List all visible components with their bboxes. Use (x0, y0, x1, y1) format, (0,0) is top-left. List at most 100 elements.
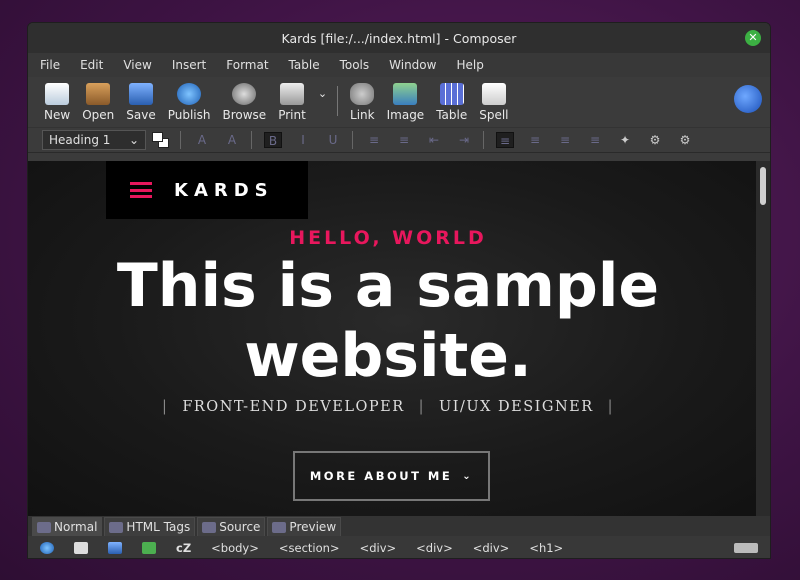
tab-normal[interactable]: Normal (32, 517, 103, 536)
link-label: Link (350, 108, 375, 122)
text-color-picker[interactable] (152, 132, 170, 148)
menu-format[interactable]: Format (226, 58, 268, 72)
larger-font-icon[interactable]: A (223, 132, 241, 148)
outdent-icon[interactable]: ⇤ (425, 132, 443, 148)
format-separator (251, 131, 252, 149)
browse-label: Browse (222, 108, 267, 122)
bullet-list-icon[interactable]: ≡ (365, 132, 383, 148)
tab-source-label: Source (219, 520, 261, 534)
save-icon (128, 83, 153, 105)
addressbook-icon[interactable] (142, 542, 156, 554)
tab-source[interactable]: Source (197, 517, 266, 536)
format-separator (483, 131, 484, 149)
publish-label: Publish (167, 108, 211, 122)
normal-mode-icon (37, 521, 51, 533)
hamburger-menu-icon[interactable] (130, 182, 152, 198)
smaller-font-icon[interactable]: A (193, 132, 211, 148)
insert-element-icon[interactable]: ✦ (616, 132, 634, 148)
tab-preview-label: Preview (289, 520, 337, 534)
vertical-scrollbar[interactable] (756, 161, 770, 516)
format-toolbar: Heading 1 ⌄ A A B I U ≡ ≡ ⇤ ⇥ ≡ ≡ ≡ ≡ ✦ … (28, 127, 770, 153)
spell-label: Spell (479, 108, 509, 122)
more-about-me-button[interactable]: MORE ABOUT ME ⌄ (293, 451, 490, 501)
print-label: Print (278, 108, 306, 122)
menu-window[interactable]: Window (389, 58, 436, 72)
menubar: File Edit View Insert Format Table Tools… (28, 53, 770, 77)
mail-icon[interactable] (74, 542, 88, 554)
save-button[interactable]: Save (126, 83, 156, 122)
numbered-list-icon[interactable]: ≡ (395, 132, 413, 148)
preview-mode-icon (272, 521, 287, 533)
source-mode-icon (202, 521, 217, 533)
breadcrumb-div[interactable]: <div> (473, 541, 510, 555)
breadcrumb-div[interactable]: <div> (360, 541, 397, 555)
new-label: New (44, 108, 71, 122)
print-button[interactable]: Print (278, 83, 306, 122)
scrollbar-thumb[interactable] (760, 167, 766, 205)
paragraph-style-select[interactable]: Heading 1 ⌄ (42, 130, 146, 150)
close-icon[interactable]: ✕ (745, 30, 761, 46)
link-button[interactable]: Link (350, 83, 375, 122)
new-button[interactable]: New (44, 83, 70, 122)
breadcrumb-section[interactable]: <section> (279, 541, 340, 555)
justify-icon[interactable]: ≡ (586, 132, 604, 148)
breadcrumb-div[interactable]: <div> (416, 541, 453, 555)
underline-icon[interactable]: U (324, 132, 342, 148)
site-nav: KARDS (106, 161, 308, 219)
menu-file[interactable]: File (40, 58, 60, 72)
italic-icon[interactable]: I (294, 132, 312, 148)
window-title: Kards [file:/.../index.html] - Composer (281, 30, 517, 46)
spell-icon (481, 83, 506, 105)
browse-button[interactable]: Browse (222, 83, 267, 122)
tab-preview[interactable]: Preview (267, 517, 342, 536)
open-button[interactable]: Open (82, 83, 114, 122)
role-frontend: FRONT-END DEVELOPER (182, 399, 405, 415)
indent-icon[interactable]: ⇥ (455, 132, 473, 148)
composer-icon[interactable] (108, 542, 122, 554)
publish-icon (177, 83, 202, 105)
menu-table[interactable]: Table (289, 58, 320, 72)
titlebar: Kards [file:/.../index.html] - Composer … (28, 23, 770, 53)
tab-html-tags[interactable]: HTML Tags (104, 517, 196, 536)
publish-button[interactable]: Publish (168, 83, 211, 122)
hero-roles: | FRONT-END DEVELOPER | UI/UX DESIGNER | (28, 399, 748, 415)
align-left-icon[interactable]: ≡ (496, 132, 514, 148)
print-icon (280, 83, 304, 105)
table-button[interactable]: Table (436, 83, 467, 122)
new-icon (45, 83, 70, 105)
open-icon (86, 83, 111, 105)
spell-button[interactable]: Spell (479, 83, 509, 122)
menu-tools[interactable]: Tools (340, 58, 370, 72)
breadcrumb-h1[interactable]: <h1> (529, 541, 563, 555)
chevron-down-icon: ⌄ (317, 87, 328, 100)
seamonkey-logo-icon[interactable] (734, 85, 762, 113)
align-center-icon[interactable]: ≡ (526, 132, 544, 148)
link-icon (350, 83, 375, 105)
menu-edit[interactable]: Edit (80, 58, 103, 72)
breadcrumb-body[interactable]: <body> (211, 541, 259, 555)
align-right-icon[interactable]: ≡ (556, 132, 574, 148)
menu-help[interactable]: Help (456, 58, 483, 72)
chatzilla-icon[interactable]: cZ (176, 541, 191, 555)
composer-window: Kards [file:/.../index.html] - Composer … (27, 22, 771, 559)
image-icon (393, 83, 418, 105)
hero-headline: This is a sample website. (28, 251, 748, 391)
print-dropdown[interactable]: ⌄ (318, 87, 327, 122)
browser-icon[interactable] (40, 542, 54, 554)
menu-insert[interactable]: Insert (172, 58, 206, 72)
paragraph-style-value: Heading 1 (49, 133, 111, 147)
gear-icon[interactable]: ⚙ (646, 132, 664, 148)
foreground-color-icon (152, 132, 163, 142)
format-separator (180, 131, 181, 149)
role-divider: | (161, 399, 169, 415)
settings-icon[interactable]: ⚙ (676, 132, 694, 148)
main-toolbar: New Open Save Publish Browse Print ⌄ Lin… (28, 77, 770, 127)
menu-view[interactable]: View (123, 58, 151, 72)
headline-line-1: This is a sample (116, 251, 660, 321)
image-button[interactable]: Image (387, 83, 424, 122)
bold-icon[interactable]: B (264, 132, 282, 148)
online-status-icon[interactable] (734, 543, 758, 553)
role-divider: | (607, 399, 615, 415)
html-tags-icon (109, 521, 124, 533)
editor-content[interactable]: KARDS HELLO, WORLD This is a sample webs… (28, 161, 770, 516)
